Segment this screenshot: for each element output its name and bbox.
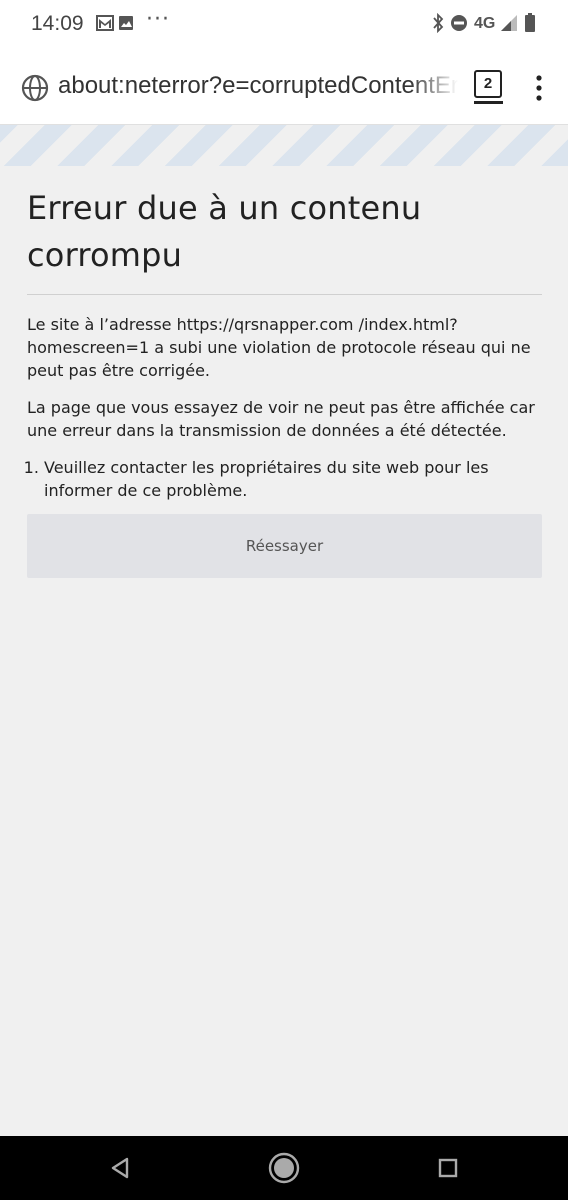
url-field[interactable]: about:neterror?e=corruptedContentError [58, 72, 458, 106]
do-not-disturb-icon [451, 15, 467, 31]
home-icon[interactable] [267, 1151, 301, 1185]
recents-icon[interactable] [438, 1158, 458, 1178]
error-content: Erreur due à un contenu corrompu Le site… [27, 166, 542, 578]
list-item: Veuillez contacter les propriétaires du … [44, 456, 542, 502]
error-detail: La page que vous essayez de voir ne peut… [27, 398, 535, 440]
menu-icon[interactable] [532, 74, 546, 102]
tab-counter-underline [474, 101, 503, 104]
network-type: 4G [474, 15, 496, 32]
page-title: Erreur due à un contenu corrompu [27, 189, 422, 274]
image-icon [119, 16, 133, 30]
screen: 14:09 ··· 4G about:neterror?e=corruptedC… [0, 0, 568, 1200]
error-stripe-banner [0, 125, 568, 166]
error-description: Le site à l’adresse https://qrsnapper.co… [27, 315, 531, 380]
signal-icon [501, 15, 517, 31]
status-bar: 14:09 ··· 4G [0, 0, 568, 50]
bluetooth-icon [433, 13, 444, 33]
divider [27, 294, 542, 295]
gmail-icon [96, 15, 114, 31]
status-right-icons: 4G [428, 13, 548, 35]
error-steps: Veuillez contacter les propriétaires du … [27, 456, 542, 502]
status-time: 14:09 [31, 12, 84, 35]
navigation-bar [0, 1136, 568, 1200]
status-overflow-icon: ··· [146, 7, 170, 32]
tab-counter-icon[interactable]: 2 [474, 70, 502, 98]
retry-button[interactable]: Réessayer [27, 514, 542, 578]
back-icon[interactable] [108, 1156, 132, 1180]
url-bar: about:neterror?e=corruptedContentError 2 [0, 50, 568, 125]
battery-icon [525, 13, 535, 32]
globe-icon[interactable] [21, 74, 49, 102]
